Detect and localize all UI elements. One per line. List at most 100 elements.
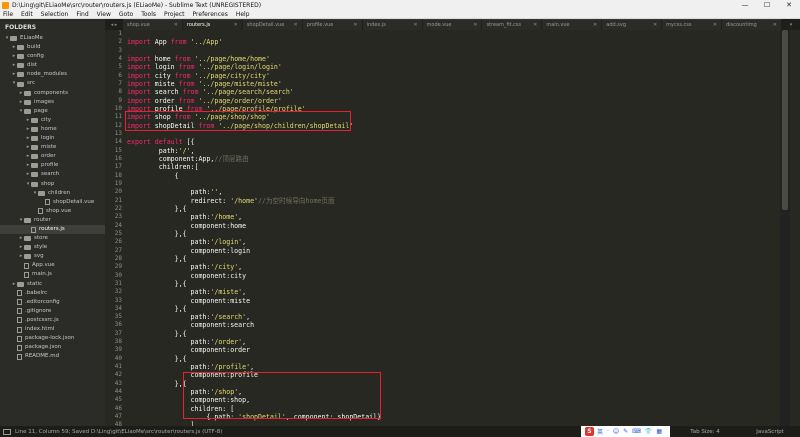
editor-tab[interactable]: discountimg ✕ <box>722 19 782 30</box>
tab-close-icon[interactable]: ✕ <box>533 22 537 28</box>
code-line[interactable] <box>127 130 777 138</box>
menu-edit[interactable]: Edit <box>21 11 33 18</box>
tree-file-item[interactable]: .editorconfig <box>0 298 105 307</box>
tree-folder-item[interactable]: ▸ city <box>0 116 105 125</box>
tree-folder-item[interactable]: ▸ components <box>0 89 105 98</box>
tree-folder-item[interactable]: ▾ ELiaoMe <box>0 34 105 43</box>
tree-file-item[interactable]: .babelrc <box>0 289 105 298</box>
code-line[interactable]: import city from '../page/city/city' <box>127 72 777 80</box>
maximize-button[interactable]: ☐ <box>756 1 778 9</box>
code-line[interactable]: },{ <box>127 255 777 263</box>
code-line[interactable]: component:home <box>127 222 777 230</box>
menu-help[interactable]: Help <box>236 11 250 18</box>
tab-close-icon[interactable]: ✕ <box>713 22 717 28</box>
tree-file-item[interactable]: shop.vue <box>0 207 105 216</box>
minimize-button[interactable]: — <box>734 1 756 9</box>
code-line[interactable]: path:'/profile', <box>127 363 777 371</box>
code-line[interactable]: component:App,//顶层路由 <box>127 155 777 163</box>
tree-folder-item[interactable]: ▸ miste <box>0 143 105 152</box>
code-line[interactable]: export default [{ <box>127 138 777 146</box>
tree-file-item[interactable]: package-lock.json <box>0 334 105 343</box>
code-line[interactable]: },{ <box>127 280 777 288</box>
code-line[interactable]: path:'/city', <box>127 263 777 271</box>
code-line[interactable]: path:'/login', <box>127 238 777 246</box>
tab-close-icon[interactable]: ✕ <box>593 22 597 28</box>
code-line[interactable]: },{ <box>127 230 777 238</box>
code-line[interactable]: path:'/search', <box>127 313 777 321</box>
editor[interactable]: 1 2 3 4 5 6 7 8 9 10 11 12 13 14 15 16 17 18 19 20 21 22 23 24 2… <box>105 30 790 426</box>
editor-tab[interactable]: mycss.css ✕ <box>662 19 723 30</box>
tree-file-item[interactable]: App.vue <box>0 261 105 270</box>
tree-folder-item[interactable]: ▸ svg <box>0 252 105 261</box>
ime-tool-icon[interactable]: 英 <box>597 427 603 436</box>
code-line[interactable] <box>127 180 777 188</box>
code-line[interactable]: import home from '../page/home/home' <box>127 55 777 63</box>
menu-file[interactable]: File <box>3 11 13 18</box>
tree-folder-item[interactable]: ▾ src <box>0 79 105 88</box>
menu-find[interactable]: Find <box>76 11 88 18</box>
tree-folder-item[interactable]: ▸ order <box>0 152 105 161</box>
code-line[interactable]: import login from '../page/login/login' <box>127 63 777 71</box>
menu-preferences[interactable]: Preferences <box>193 11 228 18</box>
tree-folder-item[interactable]: ▸ profile <box>0 161 105 170</box>
code-line[interactable]: path:'', <box>127 188 777 196</box>
code-line[interactable]: import search from '../page/search/searc… <box>127 88 777 96</box>
tree-folder-item[interactable]: ▸ node_modules <box>0 70 105 79</box>
close-button[interactable]: ✕ <box>778 1 800 9</box>
tab-close-icon[interactable]: ✕ <box>473 22 477 28</box>
code-line[interactable]: redirect: '/home'//为空时候导向home页面 <box>127 197 777 205</box>
tab-overflow-icon[interactable]: ▾ <box>782 19 800 30</box>
menu-selection[interactable]: Selection <box>41 11 69 18</box>
tree-file-item[interactable]: .gitignore <box>0 307 105 316</box>
tree-file-item[interactable]: .postcssrc.js <box>0 316 105 325</box>
tree-file-item[interactable]: shopDetail.vue <box>0 198 105 207</box>
tree-folder-item[interactable]: ▸ style <box>0 243 105 252</box>
ime-tool-icon[interactable]: · <box>607 428 609 435</box>
tab-close-icon[interactable]: ✕ <box>294 22 298 28</box>
tab-close-icon[interactable]: ✕ <box>234 22 238 28</box>
tree-folder-item[interactable]: ▾ shop <box>0 180 105 189</box>
editor-tab[interactable]: main.vue ✕ <box>542 19 603 30</box>
tree-file-item[interactable]: main.js <box>0 270 105 279</box>
code-line[interactable]: path:'/order', <box>127 338 777 346</box>
code-line[interactable]: },{ <box>127 355 777 363</box>
code-line[interactable]: import App from '../App' <box>127 38 777 46</box>
code-line[interactable]: { <box>127 172 777 180</box>
tree-folder-item[interactable]: ▾ page <box>0 107 105 116</box>
tab-nav-arrows[interactable]: ◂ ▸ <box>105 19 123 30</box>
editor-tab[interactable]: shopDetail.vue ✕ <box>242 19 303 30</box>
code-line[interactable]: component:login <box>127 247 777 255</box>
tree-folder-item[interactable]: ▸ home <box>0 125 105 134</box>
tree-folder-item[interactable]: ▸ search <box>0 170 105 179</box>
tree-file-item[interactable]: routers.js <box>0 224 105 235</box>
tab-close-icon[interactable]: ✕ <box>174 22 178 28</box>
tree-folder-item[interactable]: ▸ store <box>0 234 105 243</box>
tree-folder-item[interactable]: ▸ static <box>0 280 105 289</box>
ime-tool-icon[interactable]: 👕 <box>645 428 652 435</box>
code-line[interactable] <box>127 47 777 55</box>
ime-tool-icon[interactable]: ☺ <box>613 428 619 435</box>
ime-tool-icon[interactable]: ✎ <box>623 428 628 435</box>
tree-folder-item[interactable]: ▸ login <box>0 134 105 143</box>
ime-tool-icon[interactable]: ▦ <box>656 428 662 435</box>
tree-folder-item[interactable]: ▸ images <box>0 98 105 107</box>
menu-project[interactable]: Project <box>164 11 185 18</box>
code-line[interactable]: children:[ <box>127 163 777 171</box>
tree-folder-item[interactable]: ▸ config <box>0 52 105 61</box>
vertical-scrollbar[interactable] <box>780 30 790 426</box>
tree-folder-item[interactable]: ▾ router <box>0 216 105 225</box>
tab-close-icon[interactable]: ✕ <box>413 22 417 28</box>
editor-tab[interactable]: stream_fit.css ✕ <box>482 19 543 30</box>
syntax-mode[interactable]: JavaScript <box>740 429 800 435</box>
tab-close-icon[interactable]: ✕ <box>653 22 657 28</box>
tree-folder-item[interactable]: ▸ dist <box>0 61 105 70</box>
tree-file-item[interactable]: package.json <box>0 343 105 352</box>
code-area[interactable]: import App from '../App' import home from… <box>127 30 777 426</box>
tree-file-item[interactable]: README.md <box>0 352 105 361</box>
editor-tab[interactable]: routers.js ✕ <box>182 19 243 30</box>
code-line[interactable]: },{ <box>127 330 777 338</box>
sogou-ime-logo-icon[interactable]: S <box>584 427 594 436</box>
code-line[interactable]: path:'/home', <box>127 213 777 221</box>
tab-size[interactable]: Tab Size: 4 <box>670 429 740 435</box>
code-line[interactable]: component:order <box>127 346 777 354</box>
